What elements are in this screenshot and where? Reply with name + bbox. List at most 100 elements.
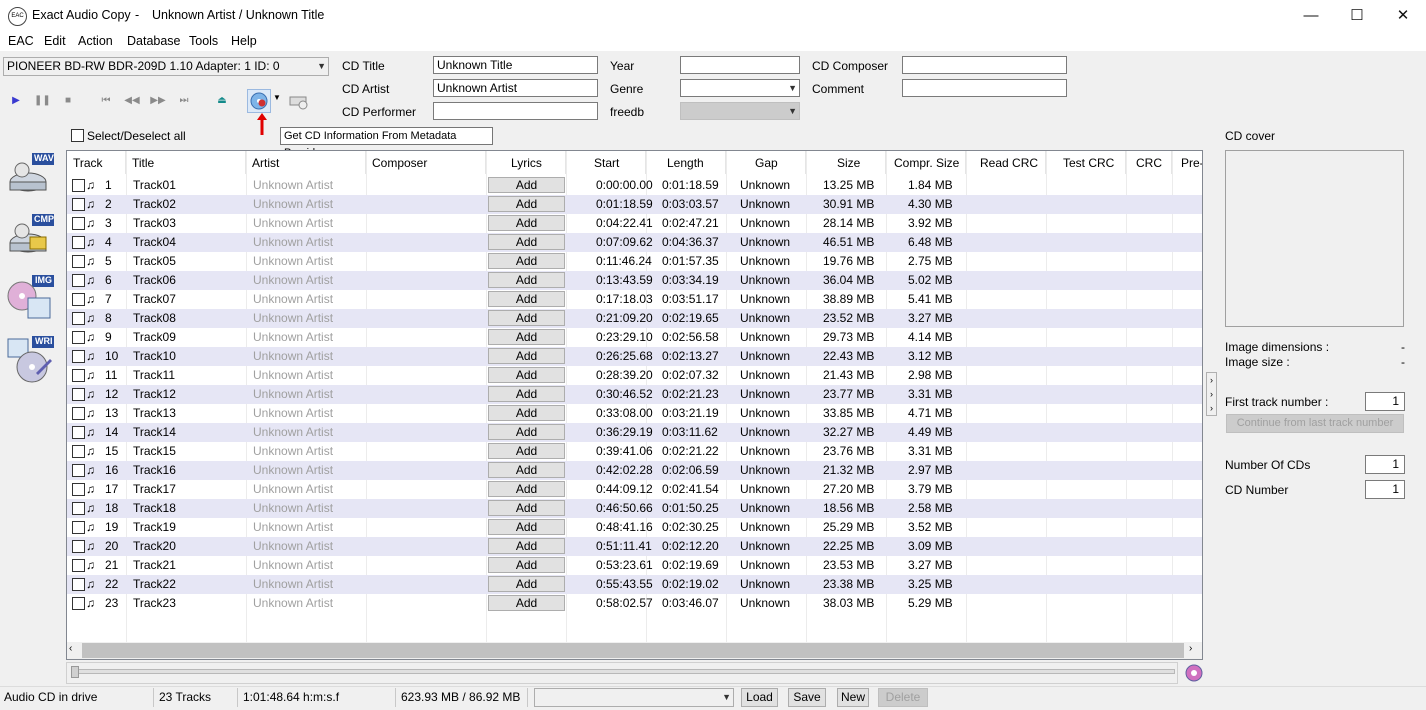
table-row[interactable]: ♫ 16 Track16 Unknown Artist 0:42:02.28 0:02:0… <box>67 461 1202 480</box>
stop-icon[interactable]: ■ <box>60 93 76 109</box>
menu-tools[interactable]: Tools <box>189 34 218 48</box>
slider-handle[interactable] <box>71 666 79 678</box>
rewind-icon[interactable]: ◀◀ <box>124 93 140 109</box>
horizontal-scrollbar[interactable]: ‹ › <box>67 642 1202 659</box>
add-lyrics-button[interactable]: Add <box>488 291 565 307</box>
metadata-dropdown-icon[interactable]: ▼ <box>273 93 281 102</box>
track-checkbox[interactable] <box>72 483 85 496</box>
header-composer[interactable]: Composer <box>366 151 486 174</box>
add-lyrics-button[interactable]: Add <box>488 386 565 402</box>
header-track[interactable]: Track <box>67 151 126 174</box>
table-row[interactable]: ♫ 18 Track18 Unknown Artist 0:46:50.66 0:01:5… <box>67 499 1202 518</box>
next-track-icon[interactable]: ⏭ <box>176 93 192 109</box>
track-checkbox[interactable] <box>72 293 85 306</box>
continue-track-button[interactable]: Continue from last track number <box>1226 414 1404 433</box>
header-artist[interactable]: Artist <box>246 151 366 174</box>
track-checkbox[interactable] <box>72 407 85 420</box>
table-row[interactable]: ♫ 20 Track20 Unknown Artist 0:51:11.41 0:02:1… <box>67 537 1202 556</box>
close-button[interactable]: ✕ <box>1380 0 1426 31</box>
menu-edit[interactable]: Edit <box>44 34 66 48</box>
write-cd-button[interactable]: WRI <box>6 335 54 383</box>
track-checkbox[interactable] <box>72 540 85 553</box>
audio-options-icon[interactable] <box>1184 663 1204 686</box>
table-row[interactable]: ♫ 21 Track21 Unknown Artist 0:53:23.61 0:02:1… <box>67 556 1202 575</box>
table-row[interactable]: ♫ 3 Track03 Unknown Artist 0:04:22.41 0:02:47… <box>67 214 1202 233</box>
track-checkbox[interactable] <box>72 369 85 382</box>
add-lyrics-button[interactable]: Add <box>488 272 565 288</box>
copy-compressed-button[interactable]: CMP <box>6 213 54 261</box>
previous-track-icon[interactable]: ⏮ <box>98 93 114 109</box>
cd-artist-field[interactable]: Unknown Artist <box>433 79 598 97</box>
profile-select[interactable]: ▼ <box>534 688 734 707</box>
table-row[interactable]: ♫ 22 Track22 Unknown Artist 0:55:43.55 0:02:1… <box>67 575 1202 594</box>
add-lyrics-button[interactable]: Add <box>488 481 565 497</box>
track-checkbox[interactable] <box>72 350 85 363</box>
new-button[interactable]: New <box>837 688 869 707</box>
add-lyrics-button[interactable]: Add <box>488 367 565 383</box>
track-checkbox[interactable] <box>72 502 85 515</box>
table-row[interactable]: ♫ 10 Track10 Unknown Artist 0:26:25.68 0:02:1… <box>67 347 1202 366</box>
add-lyrics-button[interactable]: Add <box>488 177 565 193</box>
metadata-button[interactable] <box>247 89 271 113</box>
menu-eac[interactable]: EAC <box>8 34 34 48</box>
track-checkbox[interactable] <box>72 521 85 534</box>
add-lyrics-button[interactable]: Add <box>488 196 565 212</box>
position-slider[interactable] <box>66 662 1178 684</box>
delete-button[interactable]: Delete <box>878 688 928 707</box>
menu-help[interactable]: Help <box>231 34 257 48</box>
add-lyrics-button[interactable]: Add <box>488 348 565 364</box>
track-checkbox[interactable] <box>72 312 85 325</box>
save-button[interactable]: Save <box>788 688 826 707</box>
scroll-left-icon[interactable]: ‹ <box>69 643 72 654</box>
table-row[interactable]: ♫ 6 Track06 Unknown Artist 0:13:43.59 0:03:34… <box>67 271 1202 290</box>
cd-title-field[interactable]: Unknown Title <box>433 56 598 74</box>
header-compr-size[interactable]: Compr. Size <box>886 151 966 174</box>
panel-toggle[interactable]: › › › <box>1206 372 1217 416</box>
table-row[interactable]: ♫ 13 Track13 Unknown Artist 0:33:08.00 0:03:2… <box>67 404 1202 423</box>
table-row[interactable]: ♫ 19 Track19 Unknown Artist 0:48:41.16 0:02:3… <box>67 518 1202 537</box>
cd-cover-image[interactable] <box>1225 150 1404 327</box>
track-checkbox[interactable] <box>72 331 85 344</box>
header-gap[interactable]: Gap <box>726 151 806 174</box>
fast-forward-icon[interactable]: ▶▶ <box>150 93 166 109</box>
add-lyrics-button[interactable]: Add <box>488 576 565 592</box>
header-start[interactable]: Start <box>566 151 646 174</box>
minimize-button[interactable]: — <box>1288 0 1334 31</box>
table-row[interactable]: ♫ 2 Track02 Unknown Artist 0:01:18.59 0:03:03… <box>67 195 1202 214</box>
play-icon[interactable]: ▶ <box>8 93 24 109</box>
track-checkbox[interactable] <box>72 426 85 439</box>
add-lyrics-button[interactable]: Add <box>488 595 565 611</box>
track-checkbox[interactable] <box>72 445 85 458</box>
track-checkbox[interactable] <box>72 578 85 591</box>
track-checkbox[interactable] <box>72 464 85 477</box>
track-checkbox[interactable] <box>72 179 85 192</box>
eject-icon[interactable]: ⏏ <box>214 93 230 109</box>
track-checkbox[interactable] <box>72 274 85 287</box>
cd-number-field[interactable]: 1 <box>1365 480 1405 499</box>
header-title[interactable]: Title <box>126 151 246 174</box>
track-checkbox[interactable] <box>72 217 85 230</box>
add-lyrics-button[interactable]: Add <box>488 405 565 421</box>
table-row[interactable]: ♫ 11 Track11 Unknown Artist 0:28:39.20 0:02:0… <box>67 366 1202 385</box>
add-lyrics-button[interactable]: Add <box>488 253 565 269</box>
scroll-right-icon[interactable]: › <box>1189 643 1192 654</box>
table-row[interactable]: ♫ 5 Track05 Unknown Artist 0:11:46.24 0:01:57… <box>67 252 1202 271</box>
track-checkbox[interactable] <box>72 388 85 401</box>
table-row[interactable]: ♫ 8 Track08 Unknown Artist 0:21:09.20 0:02:19… <box>67 309 1202 328</box>
track-checkbox[interactable] <box>72 236 85 249</box>
first-track-field[interactable]: 1 <box>1365 392 1405 411</box>
number-of-cds-field[interactable]: 1 <box>1365 455 1405 474</box>
year-field[interactable] <box>680 56 800 74</box>
table-row[interactable]: ♫ 9 Track09 Unknown Artist 0:23:29.10 0:02:56… <box>67 328 1202 347</box>
drive-options-icon[interactable] <box>288 91 310 114</box>
header-crc[interactable]: CRC <box>1126 151 1172 174</box>
add-lyrics-button[interactable]: Add <box>488 519 565 535</box>
table-row[interactable]: ♫ 7 Track07 Unknown Artist 0:17:18.03 0:03:51… <box>67 290 1202 309</box>
add-lyrics-button[interactable]: Add <box>488 329 565 345</box>
add-lyrics-button[interactable]: Add <box>488 443 565 459</box>
select-all-checkbox[interactable] <box>71 129 84 142</box>
add-lyrics-button[interactable]: Add <box>488 500 565 516</box>
header-lyrics[interactable]: Lyrics <box>486 151 566 174</box>
track-checkbox[interactable] <box>72 198 85 211</box>
table-row[interactable]: ♫ 14 Track14 Unknown Artist 0:36:29.19 0:03:1… <box>67 423 1202 442</box>
